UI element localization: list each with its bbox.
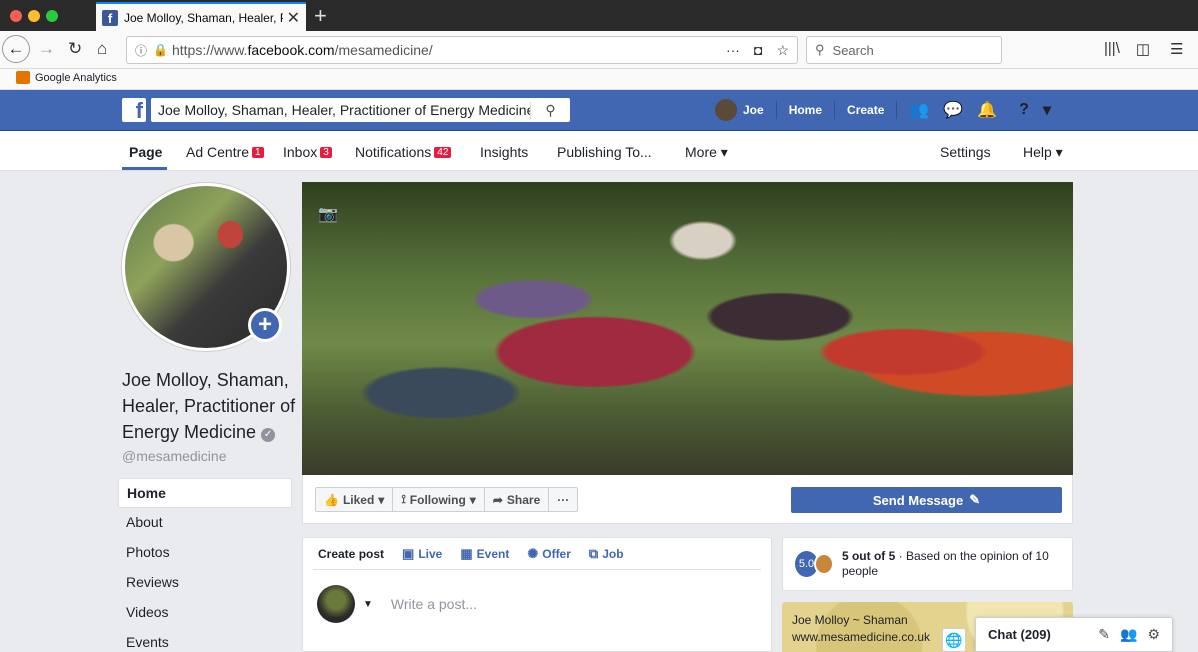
more-options-button[interactable]: ··· (548, 487, 579, 512)
tab-title: Joe Molloy, Shaman, Healer, Pr (124, 10, 283, 25)
library-icon[interactable]: |||\ (1104, 40, 1120, 58)
reload-button[interactable]: ↻ (68, 39, 82, 59)
bookmarks-bar: Google Analytics (0, 69, 1198, 90)
close-window-button[interactable] (10, 10, 22, 22)
settings-gear-icon[interactable]: ⚙ (1147, 626, 1160, 643)
browser-search-input[interactable]: ⚲ Search (806, 36, 1002, 64)
event-tab[interactable]: ▦ Event (460, 546, 509, 562)
minimize-window-button[interactable] (28, 10, 40, 22)
menu-icon[interactable]: ☰ (1170, 40, 1183, 58)
new-group-icon[interactable]: 👥 (1120, 626, 1137, 643)
side-nav: Home About Photos Reviews Videos Events (118, 478, 292, 652)
page-actions-icon[interactable]: ··· (726, 42, 740, 59)
verified-icon: ✓ (261, 428, 276, 442)
browser-toolbar: ← → ↻ ⌂ ⓘ 🔒 https://www.facebook.com/mes… (0, 31, 1198, 69)
create-post-tab[interactable]: Create post (318, 547, 384, 561)
avatar[interactable] (317, 585, 355, 623)
create-link[interactable]: Create (847, 103, 884, 117)
page-nav: Page Ad Centre 1 Inbox 3 Notifications 42 I… (0, 131, 1198, 171)
compose-message-icon[interactable]: ✎ (1098, 626, 1110, 643)
active-tab-indicator (122, 167, 167, 170)
maximize-window-button[interactable] (46, 10, 58, 22)
analytics-icon (16, 71, 30, 84)
page-actions-bar: 👍 Liked ▾ ⟟ Following ▾ ➦ Share ··· Send Me… (302, 475, 1073, 524)
lock-icon: 🔒 (153, 43, 168, 57)
tab-more[interactable]: More ▾ (685, 144, 728, 161)
close-tab-icon[interactable]: ✕ (287, 8, 300, 28)
camera-icon[interactable]: 📷 (318, 204, 338, 224)
help-icon[interactable]: ? (1019, 101, 1029, 119)
offer-icon: ✺ (527, 545, 539, 561)
bookmark-google-analytics[interactable]: Google Analytics (16, 71, 117, 84)
tab-bar: f Joe Molloy, Shaman, Healer, Pr ✕ + (0, 0, 1198, 31)
search-icon[interactable]: ⚲ (530, 101, 570, 119)
tab-page[interactable]: Page (129, 144, 162, 160)
sidebar-item-videos[interactable]: Videos (118, 598, 292, 628)
search-icon: ⚲ (815, 42, 825, 57)
facebook-search-input[interactable]: Joe Molloy, Shaman, Healer, Practitioner… (151, 98, 570, 122)
share-icon: ➦ (492, 492, 503, 507)
chat-bar[interactable]: Chat (209) ✎ 👥 ⚙ (975, 617, 1173, 652)
info-icon[interactable]: ⓘ (135, 42, 147, 59)
reviewer-avatar (814, 553, 834, 575)
facebook-logo-icon[interactable]: f (122, 98, 146, 122)
bookmark-star-icon[interactable]: ☆ (776, 42, 789, 59)
post-input[interactable]: Write a post... (391, 596, 477, 612)
home-link[interactable]: Home (789, 103, 822, 117)
sidebar-item-about[interactable]: About (118, 508, 292, 538)
sidebar-item-events[interactable]: Events (118, 628, 292, 652)
liked-button[interactable]: 👍 Liked ▾ (315, 487, 394, 512)
sidebar-item-photos[interactable]: Photos (118, 538, 292, 568)
notifications-bell-icon[interactable]: 🔔 (977, 100, 997, 120)
home-button[interactable]: ⌂ (97, 39, 107, 59)
briefcase-icon: ⧉ (588, 545, 599, 561)
back-button[interactable]: ← (2, 35, 30, 63)
video-icon: ▣ (402, 545, 415, 561)
facebook-favicon-icon: f (102, 9, 118, 26)
rating-card[interactable]: 5.0 5 out of 5 · Based on the opinion of… (782, 537, 1073, 591)
tab-insights[interactable]: Insights (480, 144, 528, 160)
rss-icon: ⟟ (401, 492, 406, 506)
calendar-icon: ▦ (460, 545, 473, 561)
cover-photo[interactable] (302, 182, 1073, 475)
profile-link[interactable]: Joe (743, 103, 764, 117)
post-composer: Create post ▣ Live ▦ Event ✺ Offer ⧉ Job ▼ W… (302, 537, 772, 652)
forward-button[interactable]: → (38, 39, 55, 59)
offer-tab[interactable]: ✺ Offer (527, 546, 571, 562)
sidebar-icon[interactable]: ◫ (1136, 40, 1150, 58)
pencil-icon: ✎ (969, 492, 981, 507)
facebook-header: f Joe Molloy, Shaman, Healer, Practition… (0, 90, 1198, 131)
tab-ad-centre[interactable]: Ad Centre 1 (186, 144, 264, 160)
avatar[interactable] (715, 99, 737, 121)
url-bar[interactable]: ⓘ 🔒 https://www.facebook.com/mesamedicin… (126, 36, 798, 64)
page-title: Joe Molloy, Shaman, Healer, Practitioner… (122, 370, 296, 442)
job-tab[interactable]: ⧉ Job (589, 546, 624, 562)
browser-tab[interactable]: f Joe Molloy, Shaman, Healer, Pr ✕ (96, 2, 306, 31)
page-handle[interactable]: @mesamedicine (122, 448, 226, 464)
add-photo-button[interactable]: + (248, 308, 282, 342)
messenger-icon[interactable]: 💬 (943, 100, 963, 120)
chevron-down-icon[interactable]: ▾ (1043, 100, 1051, 120)
tab-inbox[interactable]: Inbox 3 (283, 144, 332, 160)
sidebar-item-reviews[interactable]: Reviews (118, 568, 292, 598)
send-message-button[interactable]: Send Message ✎ (791, 487, 1062, 513)
chevron-down-icon[interactable]: ▼ (363, 599, 373, 610)
new-tab-button[interactable]: + (314, 3, 327, 29)
globe-icon[interactable]: 🌐 (942, 628, 966, 652)
following-button[interactable]: ⟟ Following ▾ (392, 487, 485, 512)
tab-publishing-tools[interactable]: Publishing To... (557, 144, 652, 160)
pocket-icon[interactable]: ◘ (754, 42, 762, 59)
sidebar-item-home[interactable]: Home (118, 478, 292, 508)
thumbs-up-icon: 👍 (324, 492, 339, 507)
share-button[interactable]: ➦ Share (483, 487, 550, 512)
tab-help[interactable]: Help ▾ (1023, 144, 1063, 161)
tab-settings[interactable]: Settings (940, 144, 991, 160)
url-text: https://www.facebook.com/mesamedicine/ (171, 42, 433, 58)
live-tab[interactable]: ▣ Live (402, 546, 442, 562)
friend-requests-icon[interactable]: 👥 (909, 100, 929, 120)
tab-notifications[interactable]: Notifications 42 (355, 144, 452, 160)
